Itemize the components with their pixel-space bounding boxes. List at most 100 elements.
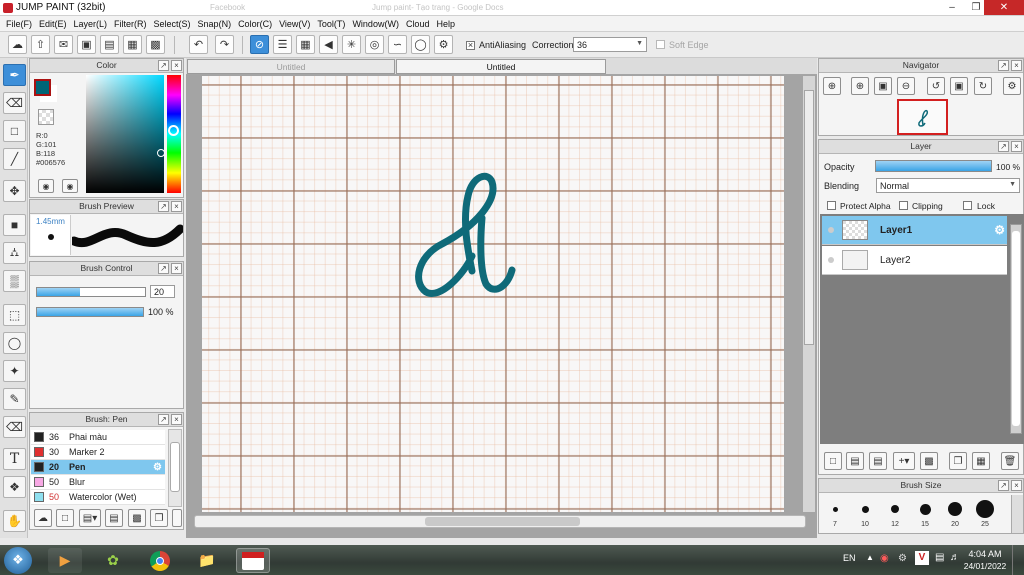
brush-size-slider[interactable] — [36, 287, 146, 297]
start-button[interactable]: ❖ — [4, 547, 32, 574]
brush-size-dot[interactable] — [832, 506, 838, 512]
share-icon[interactable]: ⇧ — [31, 35, 50, 54]
hue-slider[interactable] — [167, 75, 181, 193]
panel-close-icon[interactable]: × — [1011, 480, 1022, 491]
menu-view[interactable]: View(V) — [277, 16, 315, 31]
panel-close-icon[interactable]: × — [1011, 141, 1022, 152]
chrome-icon[interactable] — [143, 548, 177, 573]
rectangle-tool-icon[interactable]: □ — [3, 120, 26, 142]
snap-settings-icon[interactable]: ⚙ — [434, 35, 453, 54]
file-explorer-icon[interactable]: 📁 — [190, 548, 224, 573]
color-picker-cursor[interactable] — [157, 149, 165, 157]
brush-size-dot[interactable] — [948, 502, 962, 516]
soft-edge-checkbox[interactable] — [656, 40, 665, 51]
brush-tool-icon[interactable]: ✒ — [3, 64, 26, 86]
document-tab-inactive[interactable]: Untitled — [187, 59, 395, 74]
foreground-color-swatch[interactable] — [34, 79, 51, 96]
menu-edit[interactable]: Edit(E) — [37, 16, 72, 31]
snap-curve-icon[interactable]: ∽ — [388, 35, 407, 54]
clock-date[interactable]: 24/01/2022 — [962, 561, 1008, 571]
saturation-value-picker[interactable] — [86, 75, 165, 193]
comment-icon[interactable]: ✉ — [54, 35, 73, 54]
select-eraser-tool-icon[interactable]: ⌫ — [3, 416, 26, 438]
panel-close-icon[interactable]: × — [1011, 60, 1022, 71]
add-layer-menu-icon[interactable]: +▾ — [893, 452, 915, 470]
folder-icon[interactable]: ▩ — [920, 452, 938, 470]
page-icon[interactable]: ▦ — [123, 35, 142, 54]
brush-list-item[interactable]: 20 Pen ⚙ — [31, 460, 165, 475]
brush-size-dot[interactable] — [919, 503, 931, 515]
correction-select[interactable]: 36 ▼ — [573, 37, 647, 52]
clock-time[interactable]: 4:04 AM — [965, 549, 1005, 559]
tray-v-icon[interactable]: V — [915, 551, 929, 565]
color-picker-icon[interactable]: ◉ — [38, 179, 54, 193]
input-language[interactable]: EN — [843, 553, 856, 563]
document-icon[interactable]: ▤ — [100, 35, 119, 54]
brush-menu-icon[interactable]: ▤▾ — [79, 509, 101, 527]
tray-app-icon[interactable]: ◉ — [880, 553, 889, 564]
brush-list-scrollbar[interactable] — [168, 429, 182, 507]
brush-new-icon[interactable]: □ — [56, 509, 74, 527]
fill-rect-tool-icon[interactable]: ■ — [3, 214, 26, 236]
panel-close-icon[interactable]: × — [171, 201, 182, 212]
panel-popout-icon[interactable]: ↗ — [998, 141, 1009, 152]
antialiasing-checkbox[interactable] — [466, 40, 475, 50]
new-layer-3-icon[interactable]: ▤ — [869, 452, 887, 470]
show-desktop-button[interactable] — [1012, 545, 1024, 575]
flip-icon[interactable]: ▣ — [950, 77, 968, 95]
select-rect-tool-icon[interactable]: ⬚ — [3, 304, 26, 326]
gear-icon[interactable]: ⚙ — [994, 223, 1005, 237]
brush-size-dot[interactable] — [976, 500, 994, 518]
brush-list-item[interactable]: 36 Phai màu — [31, 430, 165, 445]
brush-size-value[interactable]: 20 — [150, 285, 175, 298]
eyedropper-tool-icon[interactable]: ❖ — [3, 476, 26, 498]
minimize-button[interactable]: – — [940, 0, 964, 15]
drawing-canvas[interactable] — [202, 76, 784, 512]
bucket-tool-icon[interactable]: ⛼ — [3, 242, 26, 264]
snap-parallel-icon[interactable]: ☰ — [273, 35, 292, 54]
brush-size-scrollbar[interactable] — [1011, 495, 1023, 533]
brush-size-dot[interactable] — [891, 505, 899, 513]
paint-app-icon[interactable]: ✿ — [96, 548, 130, 573]
close-button[interactable]: ✕ — [984, 0, 1024, 15]
document-tab-active[interactable]: Untitled — [396, 59, 606, 74]
snap-circle-icon[interactable]: ◎ — [365, 35, 384, 54]
menu-layer[interactable]: Layer(L) — [72, 16, 113, 31]
canvas-horizontal-scrollbar[interactable] — [194, 515, 806, 528]
snap-ellipse-icon[interactable]: ◯ — [411, 35, 430, 54]
rotate-left-icon[interactable]: ↺ — [927, 77, 945, 95]
rotate-right-icon[interactable]: ↻ — [974, 77, 992, 95]
snap-radial-icon[interactable]: ✳ — [342, 35, 361, 54]
hue-slider-handle[interactable] — [168, 125, 179, 136]
brush-folder-icon[interactable]: ▩ — [128, 509, 146, 527]
panel-popout-icon[interactable]: ↗ — [158, 263, 169, 274]
magic-wand-tool-icon[interactable]: ✦ — [3, 360, 26, 382]
protect-alpha-checkbox[interactable] — [827, 201, 836, 212]
network-icon[interactable]: ▤ — [935, 552, 944, 563]
menu-help[interactable]: Help — [434, 16, 460, 31]
brush-list-item[interactable]: 30 Marker 2 — [31, 445, 165, 460]
panel-close-icon[interactable]: × — [171, 60, 182, 71]
brush-size-dot[interactable] — [861, 505, 869, 513]
color-history-icon[interactable]: ◉ — [62, 179, 78, 193]
panel-close-icon[interactable]: × — [171, 414, 182, 425]
menu-window[interactable]: Window(W) — [350, 16, 404, 31]
brush-list-item[interactable]: 50 Blur — [31, 475, 165, 490]
tray-expand-icon[interactable]: ▲ — [866, 553, 874, 562]
undo-icon[interactable]: ↶ — [189, 35, 208, 54]
layout-icon[interactable]: ▩ — [146, 35, 165, 54]
blending-select[interactable]: Normal ▼ — [876, 178, 1020, 193]
hand-tool-icon[interactable]: ✋ — [3, 510, 26, 532]
brush-cloud-icon[interactable]: ☁ — [34, 509, 52, 527]
layer-row[interactable]: Layer1 ⚙ — [822, 216, 1007, 245]
move-tool-icon[interactable]: ✥ — [3, 180, 26, 202]
snap-vanishing-icon[interactable]: ◀ — [319, 35, 338, 54]
snap-grid-icon[interactable]: ▦ — [296, 35, 315, 54]
monitor-icon[interactable]: ▣ — [77, 35, 96, 54]
cloud-sync-icon[interactable]: ☁ — [8, 35, 27, 54]
canvas-vertical-scrollbar[interactable] — [803, 76, 815, 512]
menu-tool[interactable]: Tool(T) — [315, 16, 350, 31]
layer-opacity-slider[interactable] — [875, 160, 992, 172]
zoom-in-2-icon[interactable]: ⊕ — [851, 77, 869, 95]
layer-visibility-icon[interactable] — [828, 257, 834, 263]
